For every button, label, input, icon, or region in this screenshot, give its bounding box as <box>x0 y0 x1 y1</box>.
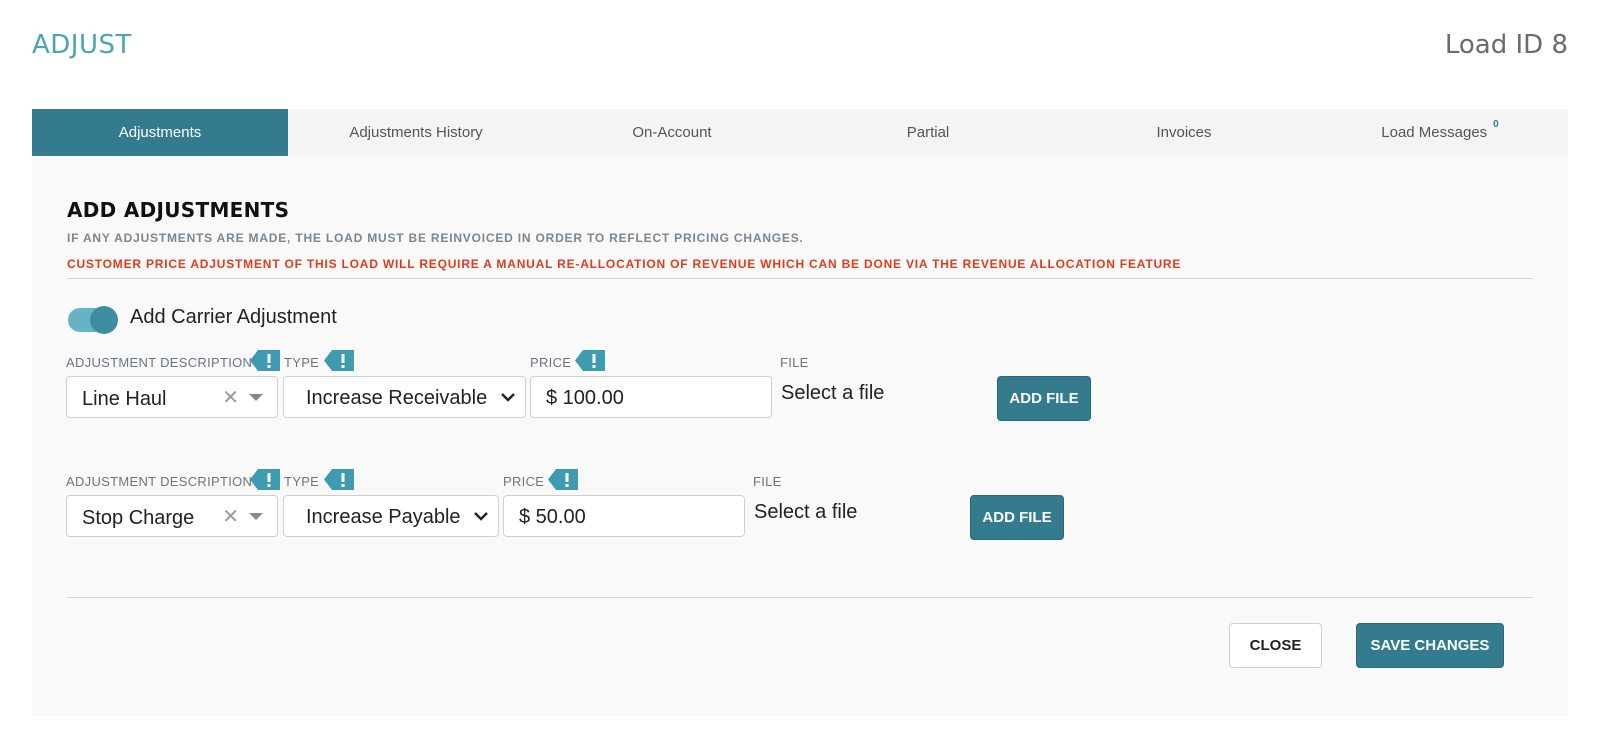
chevron-down-icon[interactable] <box>249 394 263 401</box>
tab-adjustments-history[interactable]: Adjustments History <box>288 109 544 156</box>
chevron-down-icon <box>474 506 488 531</box>
divider <box>67 278 1533 279</box>
required-flag-icon <box>324 350 354 371</box>
file-label: FILE <box>780 355 809 370</box>
type-label: TYPE <box>284 355 320 370</box>
description-select[interactable]: Line Haul ✕ <box>66 376 278 418</box>
required-flag-icon <box>548 469 578 490</box>
tab-label: On-Account <box>632 124 712 141</box>
price-value: $ 100.00 <box>546 387 624 409</box>
file-label: FILE <box>753 474 782 489</box>
reinvoice-note: IF ANY ADJUSTMENTS ARE MADE, THE LOAD MU… <box>67 231 804 245</box>
type-select[interactable]: Increase Receivable <box>283 376 526 418</box>
description-value: Line Haul <box>82 388 167 410</box>
price-input[interactable]: $ 100.00 <box>530 376 772 418</box>
save-changes-button[interactable]: SAVE CHANGES <box>1356 623 1504 668</box>
file-select-text[interactable]: Select a file <box>754 501 857 524</box>
page-title: ADJUST <box>32 30 132 60</box>
file-select-text[interactable]: Select a file <box>781 382 884 405</box>
chevron-down-icon <box>501 387 515 412</box>
tab-adjustments[interactable]: Adjustments <box>32 109 288 156</box>
required-flag-icon <box>324 469 354 490</box>
description-label: ADJUSTMENT DESCRIPTION <box>66 474 253 489</box>
carrier-adjustment-toggle[interactable] <box>68 306 118 334</box>
tab-label: Partial <box>906 124 950 141</box>
type-value: Increase Receivable <box>306 387 488 409</box>
toggle-label: Add Carrier Adjustment <box>130 306 337 328</box>
tab-partial[interactable]: Partial <box>800 109 1056 156</box>
description-label: ADJUSTMENT DESCRIPTION <box>66 355 253 370</box>
tab-label: Invoices <box>1156 124 1212 141</box>
type-value: Increase Payable <box>306 506 461 528</box>
price-label: PRICE <box>503 474 545 489</box>
price-label: PRICE <box>530 355 572 370</box>
load-id: Load ID 8 <box>1444 30 1568 60</box>
clear-icon[interactable]: ✕ <box>222 385 239 410</box>
price-value: $ 50.00 <box>519 506 586 528</box>
tab-label: Adjustments History <box>349 124 483 141</box>
tab-invoices[interactable]: Invoices <box>1056 109 1312 156</box>
description-value: Stop Charge <box>82 507 195 529</box>
toggle-knob <box>90 306 118 334</box>
required-flag-icon <box>250 350 280 371</box>
description-select[interactable]: Stop Charge ✕ <box>66 495 278 537</box>
price-input[interactable]: $ 50.00 <box>503 495 745 537</box>
chevron-down-icon[interactable] <box>249 513 263 520</box>
tab-on-account[interactable]: On-Account <box>544 109 800 156</box>
tab-bar: Adjustments Adjustments History On-Accou… <box>32 109 1568 156</box>
tab-label: Load Messages <box>1381 124 1488 141</box>
add-file-button[interactable]: ADD FILE <box>970 495 1064 540</box>
add-file-button[interactable]: ADD FILE <box>997 376 1091 421</box>
type-select[interactable]: Increase Payable <box>283 495 499 537</box>
section-title: ADD ADJUSTMENTS <box>67 198 290 222</box>
clear-icon[interactable]: ✕ <box>222 504 239 529</box>
required-flag-icon <box>250 469 280 490</box>
close-button[interactable]: CLOSE <box>1229 623 1322 668</box>
revenue-warning: CUSTOMER PRICE ADJUSTMENT OF THIS LOAD W… <box>67 257 1182 271</box>
tab-label: Adjustments <box>118 124 202 141</box>
tab-load-messages[interactable]: Load Messages 0 <box>1312 109 1568 156</box>
message-count-badge: 0 <box>1493 119 1499 130</box>
required-flag-icon <box>575 350 605 371</box>
adjustments-panel: ADD ADJUSTMENTS IF ANY ADJUSTMENTS ARE M… <box>32 156 1568 716</box>
type-label: TYPE <box>284 474 320 489</box>
divider <box>67 597 1533 598</box>
